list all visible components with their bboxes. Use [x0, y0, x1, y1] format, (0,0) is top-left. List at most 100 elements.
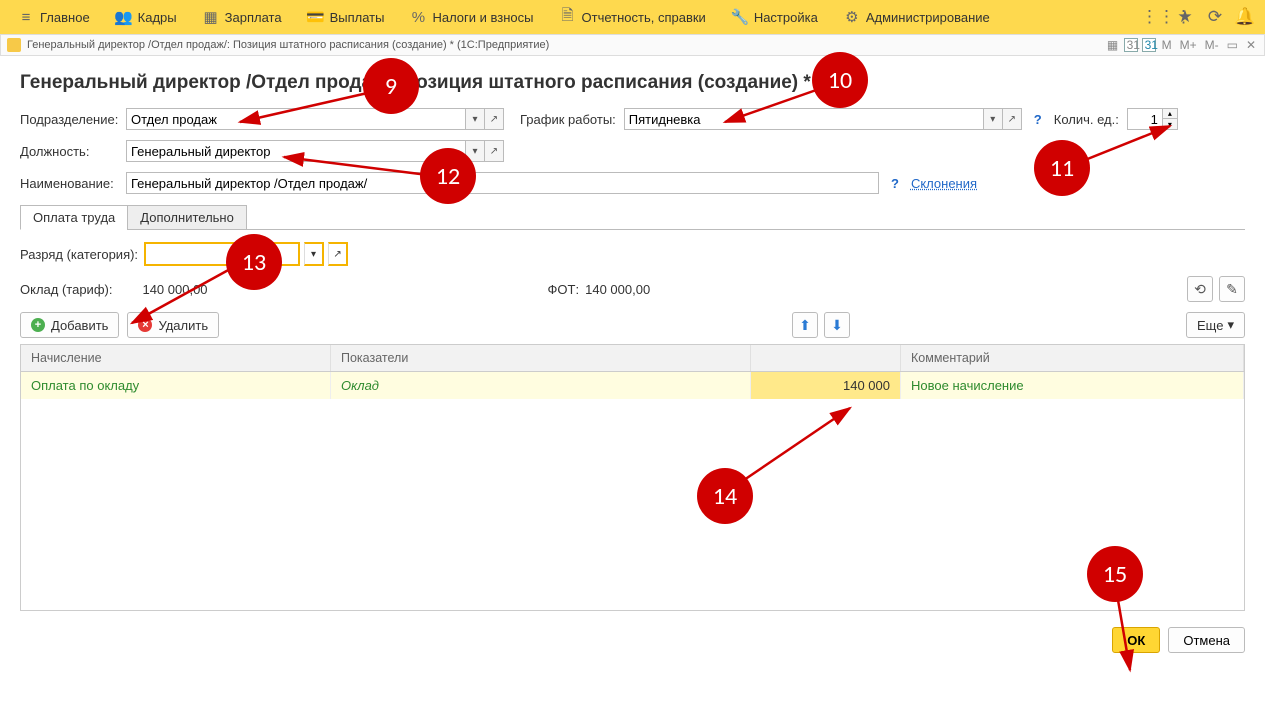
table-body[interactable]: Оплата по окладу Оклад 140 000 Новое нач…: [21, 372, 1244, 610]
memory-mminus[interactable]: M-: [1203, 38, 1221, 52]
dialog-footer: ОК Отмена: [0, 611, 1265, 653]
col-amount: [751, 345, 901, 371]
sheet-icon[interactable]: ▦: [1106, 38, 1120, 52]
accrual-table: Начисление Показатели Комментарий Оплата…: [20, 344, 1245, 611]
qty-up-icon[interactable]: ▴: [1162, 108, 1178, 119]
apps-icon[interactable]: ⋮⋮⋮: [1141, 7, 1169, 27]
nav-vyplaty[interactable]: 💳 Выплаты: [296, 0, 397, 34]
department-input[interactable]: [126, 108, 466, 130]
qty-input[interactable]: [1127, 108, 1163, 130]
calendar2-icon[interactable]: 31: [1142, 38, 1156, 52]
nav-nastroyka[interactable]: 🔧 Настройка: [720, 0, 830, 34]
window-title: Генеральный директор /Отдел продаж/: Поз…: [27, 39, 549, 51]
nav-label: Главное: [40, 10, 90, 25]
declension-link[interactable]: Склонения: [911, 176, 977, 191]
cell-indicator: Оклад: [331, 372, 751, 399]
gear-icon: ⚙: [844, 9, 860, 25]
nav-kadry[interactable]: 👥 Кадры: [104, 0, 189, 34]
label-position: Должность:: [20, 144, 118, 159]
label-name: Наименование:: [20, 176, 118, 191]
department-open-icon[interactable]: ↗: [484, 108, 504, 130]
rank-open-icon[interactable]: ↗: [328, 242, 348, 266]
col-comment: Комментарий: [901, 345, 1244, 371]
tab-strip: Оплата труда Дополнительно: [20, 204, 1245, 229]
department-dropdown-icon[interactable]: ▾: [465, 108, 485, 130]
window-close-icon[interactable]: ✕: [1244, 38, 1258, 52]
nav-label: Настройка: [754, 10, 818, 25]
star-icon[interactable]: ★: [1171, 7, 1199, 27]
label-schedule: График работы:: [520, 112, 616, 127]
qty-spinner[interactable]: ▴▾: [1163, 108, 1178, 130]
annotation-15: 15: [1087, 546, 1143, 602]
add-label: Добавить: [51, 318, 108, 333]
cell-amount[interactable]: 140 000: [751, 372, 901, 399]
delete-button[interactable]: ×Удалить: [127, 312, 219, 338]
add-button[interactable]: + Добавить: [20, 312, 119, 338]
chevron-down-icon: ▾: [1227, 317, 1234, 333]
doc-icon: 🗎: [560, 9, 576, 25]
cell-accrual: Оплата по окладу: [21, 372, 331, 399]
fot-value: 140 000,00: [585, 282, 650, 297]
name-help-icon[interactable]: ?: [887, 176, 903, 191]
memory-m[interactable]: M: [1160, 38, 1174, 52]
window-minmax-icon[interactable]: ▭: [1225, 38, 1240, 52]
schedule-input[interactable]: [624, 108, 984, 130]
nav-label: Налоги и взносы: [432, 10, 533, 25]
nav-main[interactable]: ≡Главное: [6, 0, 102, 34]
nav-label: Зарплата: [225, 10, 282, 25]
cancel-button[interactable]: Отмена: [1168, 627, 1245, 653]
x-icon: ×: [138, 318, 152, 332]
page-title: Генеральный директор /Отдел продаж/: Поз…: [20, 72, 1245, 94]
more-button[interactable]: Еще▾: [1186, 312, 1245, 338]
salary-value: 140 000,00: [142, 282, 207, 297]
nav-admin[interactable]: ⚙ Администрирование: [832, 0, 1002, 34]
nav-zarplata[interactable]: ▦ Зарплата: [191, 0, 294, 34]
qty-down-icon[interactable]: ▾: [1162, 119, 1178, 130]
nav-label: Выплаты: [330, 10, 385, 25]
people-icon: 👥: [116, 9, 132, 25]
col-accrual: Начисление: [21, 345, 331, 371]
history-icon[interactable]: ⟳: [1201, 7, 1229, 27]
tab-pay[interactable]: Оплата труда: [20, 205, 128, 230]
annotation-10: 10: [812, 52, 868, 108]
name-input[interactable]: [126, 172, 879, 194]
position-open-icon[interactable]: ↗: [484, 140, 504, 162]
percent-icon: %: [410, 9, 426, 25]
nav-nalogi[interactable]: % Налоги и взносы: [398, 0, 545, 34]
nav-label: Кадры: [138, 10, 177, 25]
table-row[interactable]: Оплата по окладу Оклад 140 000 Новое нач…: [21, 372, 1244, 399]
refresh-icon[interactable]: ⟲: [1187, 276, 1213, 302]
bell-icon[interactable]: 🔔: [1231, 7, 1259, 27]
schedule-dropdown-icon[interactable]: ▾: [983, 108, 1003, 130]
nav-label: Администрирование: [866, 10, 990, 25]
plus-icon: +: [31, 318, 45, 332]
label-salary: Оклад (тариф):: [20, 282, 112, 297]
form-panel: Генеральный директор /Отдел продаж/: Поз…: [0, 56, 1265, 611]
main-menu: ≡Главное 👥 Кадры ▦ Зарплата 💳 Выплаты % Нало…: [0, 0, 1265, 34]
schedule-help-icon[interactable]: ?: [1030, 112, 1046, 127]
annotation-14: 14: [697, 468, 753, 524]
label-fot: ФОТ:: [548, 282, 580, 297]
label-rank: Разряд (категория):: [20, 247, 138, 262]
app-logo-icon: [7, 38, 21, 52]
card-icon: 💳: [308, 9, 324, 25]
schedule-open-icon[interactable]: ↗: [1002, 108, 1022, 130]
grid-icon: ▦: [203, 9, 219, 25]
move-up-icon[interactable]: ⬆: [792, 312, 818, 338]
nav-otchet[interactable]: 🗎 Отчетность, справки: [548, 0, 718, 34]
label-qty: Колич. ед.:: [1054, 112, 1119, 127]
wrench-icon: 🔧: [732, 9, 748, 25]
move-down-icon[interactable]: ⬇: [824, 312, 850, 338]
rank-dropdown-icon[interactable]: ▾: [304, 242, 324, 266]
nav-label: Отчетность, справки: [582, 10, 706, 25]
calendar-icon[interactable]: 31: [1124, 38, 1138, 52]
cell-comment: Новое начисление: [901, 372, 1244, 399]
ok-button[interactable]: ОК: [1112, 627, 1160, 653]
tab-extra[interactable]: Дополнительно: [127, 205, 247, 230]
col-indicators: Показатели: [331, 345, 751, 371]
memory-mplus[interactable]: M+: [1178, 38, 1199, 52]
edit-icon[interactable]: ✎: [1219, 276, 1245, 302]
annotation-11: 11: [1034, 140, 1090, 196]
annotation-9: 9: [363, 58, 419, 114]
position-input[interactable]: [126, 140, 466, 162]
